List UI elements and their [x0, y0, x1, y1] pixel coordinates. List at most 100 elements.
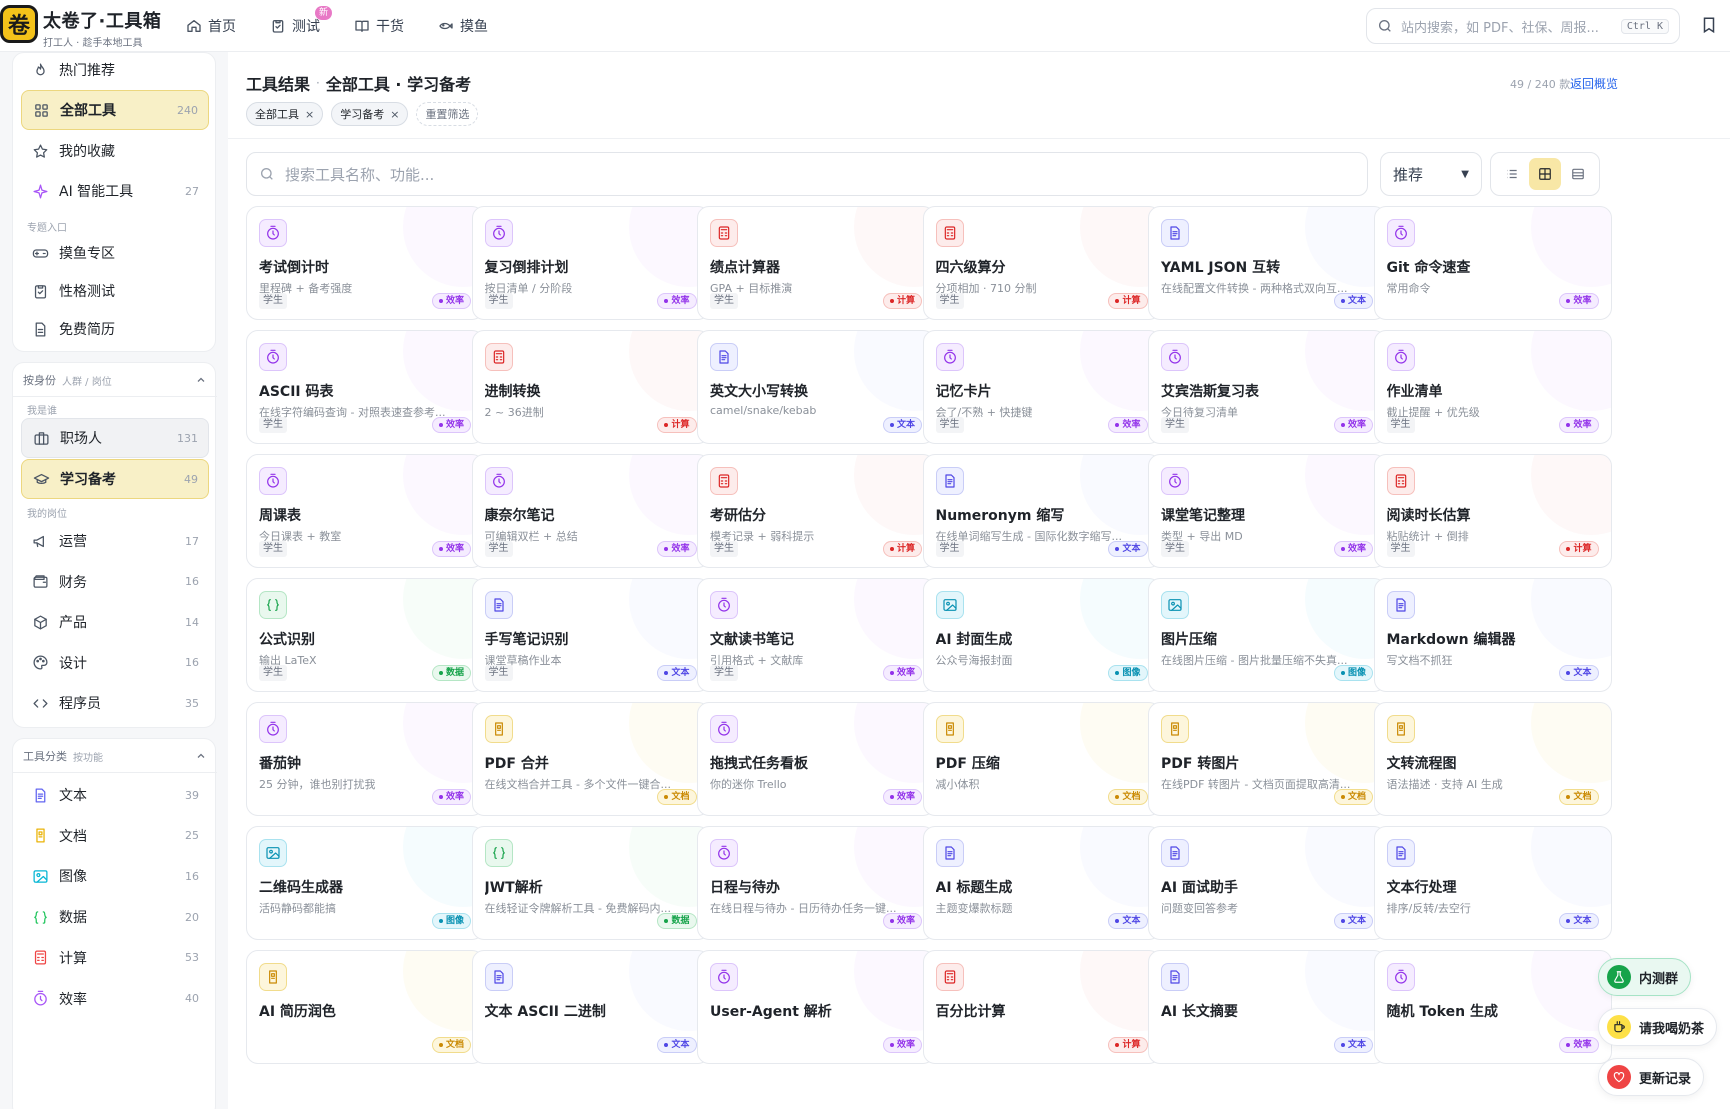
logo[interactable]: 卷 — [0, 5, 38, 43]
tool-card[interactable]: AI 简历润色 文档 — [246, 950, 484, 1064]
grid-view-button[interactable] — [1528, 158, 1561, 190]
nav-item-1[interactable]: 测试新 — [270, 6, 333, 36]
sidebar-item-palette[interactable]: 设计 16 — [21, 643, 209, 683]
sidebar-item-label: 文档 — [59, 828, 87, 845]
tool-card[interactable]: YAML JSON 互转 在线配置文件转换 - 两种格式双向互... 文本 — [1148, 206, 1386, 320]
tool-card[interactable]: AI 封面生成 公众号海报封面 图像 — [922, 578, 1161, 692]
tool-card[interactable]: JWT解析 在线轻证令牌解析工具 - 免费解码内... 数据 — [471, 826, 710, 940]
tool-card[interactable]: PDF 压缩 减小体积 文档 — [922, 702, 1161, 816]
tool-name: AI 封面生成 — [935, 632, 1013, 648]
nav-item-3[interactable]: 摸鱼 — [438, 16, 488, 36]
tool-name: 文本行处理 — [1386, 880, 1457, 896]
sidebar-item-megaphone[interactable]: 运营 17 — [21, 521, 209, 561]
tool-card[interactable]: 公式识别 输出 LaTeX 学生 数据 — [246, 578, 484, 692]
tool-card[interactable]: 周课表 今日课表 + 教室 学生 效率 — [246, 454, 484, 568]
sidebar-item-graduation[interactable]: 学习备考 49 — [21, 459, 209, 499]
sidebar-item-sparkle[interactable]: AI 智能工具 27 — [21, 171, 209, 211]
tool-card[interactable]: 文转流程图 语法描述 · 支持 AI 生成 文档 — [1373, 702, 1612, 816]
cup-button[interactable]: 请我喝奶茶 — [1598, 1008, 1718, 1046]
tool-card[interactable]: 记忆卡片 会了/不熟 + 快捷键 学生 效率 — [922, 330, 1161, 444]
back-to-overview-link[interactable]: 返回概览 — [1570, 75, 1618, 92]
tool-card[interactable]: User-Agent 解析 效率 — [697, 950, 935, 1064]
tool-card[interactable]: 日程与待办 在线日程与待办 - 日历待办任务一键... 效率 — [697, 826, 935, 940]
tool-card[interactable]: 艾宾浩斯复习表 今日待复习清单 学生 效率 — [1148, 330, 1386, 444]
sidebar-item-grid[interactable]: 全部工具 240 — [21, 90, 209, 130]
reset-filters-button[interactable]: 重置筛选 — [416, 102, 479, 126]
tool-card[interactable]: 百分比计算 计算 — [922, 950, 1161, 1064]
sidebar-item-doc[interactable]: 文档 25 — [21, 816, 209, 856]
flask-button[interactable]: 内测群 — [1598, 958, 1692, 996]
tool-card[interactable]: 英文大小写转换 camel/snake/kebab 文本 — [697, 330, 935, 444]
site-search[interactable]: 站内搜索，如 PDF、社保、周报... Ctrl K — [1366, 8, 1680, 44]
brand[interactable]: 太卷了·工具箱 打工人 · 趁手本地工具 — [43, 7, 161, 49]
tool-card[interactable]: 二维码生成器 活码静码都能搞 图像 — [246, 826, 484, 940]
sidebar-item-star[interactable]: 我的收藏 — [21, 131, 209, 171]
tool-card[interactable]: 图片压缩 在线图片压缩 - 图片批量压缩不失真... 图像 — [1148, 578, 1386, 692]
tool-card[interactable]: AI 长文摘要 文本 — [1148, 950, 1386, 1064]
heart-button[interactable]: 更新记录 — [1598, 1058, 1705, 1096]
list-view-button[interactable] — [1496, 158, 1528, 190]
sidebar-item-briefcase[interactable]: 职场人 131 — [21, 418, 209, 458]
filter-chip[interactable]: 学习备考 × — [331, 102, 409, 126]
sidebar-item-document[interactable]: 免费简历 — [21, 309, 209, 349]
nav-label: 干货 — [376, 19, 404, 35]
compact-view-button[interactable] — [1562, 158, 1594, 190]
close-icon[interactable]: × — [305, 108, 314, 121]
tool-card[interactable]: 文本行处理 排序/反转/去空行 文本 — [1373, 826, 1612, 940]
audience-badge: 学生 — [935, 417, 964, 433]
grid-icon — [1539, 168, 1551, 180]
tool-card[interactable]: 课堂笔记整理 类型 + 导出 MD 学生 效率 — [1148, 454, 1386, 568]
sidebar-item-clipboard[interactable]: 性格测试 — [21, 271, 209, 311]
tool-card[interactable]: Git 命令速查 常用命令 效率 — [1373, 206, 1612, 320]
text-file-icon — [493, 598, 504, 612]
tool-card[interactable]: 康奈尔笔记 可编辑双栏 + 总结 学生 效率 — [471, 454, 710, 568]
bookmark-icon[interactable] — [1700, 16, 1718, 34]
sort-select[interactable]: 推荐 ▼ — [1380, 152, 1482, 196]
tool-card[interactable]: AI 标题生成 主题变爆款标题 文本 — [922, 826, 1161, 940]
tool-card[interactable]: Numeronym 缩写 在线单词缩写生成 - 国际化数字缩写... 学生 文本 — [922, 454, 1161, 568]
tool-card[interactable]: ASCII 码表 在线字符编码查询 - 对照表速查参考... 学生 效率 — [246, 330, 484, 444]
nav-item-0[interactable]: 首页 — [186, 16, 236, 36]
sidebar-item-text-file[interactable]: 文本 39 — [21, 775, 209, 815]
tool-card[interactable]: 作业清单 截止提醒 + 优先级 学生 效率 — [1373, 330, 1612, 444]
sidebar-item-calculator[interactable]: 计算 53 — [21, 938, 209, 978]
tool-card[interactable]: 四六级算分 分项相加 · 710 分制 学生 计算 — [922, 206, 1161, 320]
close-icon[interactable]: × — [390, 108, 399, 121]
tool-card[interactable]: 进制转换 2 ~ 36进制 计算 — [471, 330, 710, 444]
tool-card[interactable]: 绩点计算器 GPA + 目标推演 学生 计算 — [697, 206, 935, 320]
filter-chip[interactable]: 全部工具 × — [246, 102, 324, 126]
tool-card[interactable]: PDF 转图片 在线PDF 转图片 - 文档页面提取高清... 文档 — [1148, 702, 1386, 816]
tool-search-input[interactable]: 搜索工具名称、功能... — [246, 152, 1368, 196]
tool-card[interactable]: AI 面试助手 问题变回答参考 文本 — [1148, 826, 1386, 940]
tool-card[interactable]: 考试倒计时 里程碑 + 备考强度 学生 效率 — [246, 206, 484, 320]
tool-name: 番茄钟 — [259, 756, 301, 772]
sidebar-item-gamepad[interactable]: 摸鱼专区 — [21, 233, 209, 273]
tool-card[interactable]: PDF 合并 在线文档合并工具 - 多个文件一键合... 文档 — [471, 702, 710, 816]
tool-card[interactable]: 随机 Token 生成 效率 — [1373, 950, 1612, 1064]
clipboard-icon — [34, 284, 46, 299]
category-header[interactable]: 工具分类 按功能 — [23, 743, 207, 769]
sidebar-item-label: 免费简历 — [59, 322, 115, 338]
tool-name: 考试倒计时 — [259, 260, 329, 276]
tool-card[interactable]: 文本 ASCII 二进制 文本 — [471, 950, 710, 1064]
tool-footer: 文本 — [1161, 293, 1373, 309]
sidebar-item-image[interactable]: 图像 16 — [21, 856, 209, 896]
tool-card[interactable]: 手写笔记识别 课堂草稿作业本 学生 文本 — [471, 578, 710, 692]
nav-item-2[interactable]: 干货 — [354, 16, 404, 36]
tool-card[interactable]: Markdown 编辑器 写文档不抓狂 文本 — [1373, 578, 1612, 692]
identity-header[interactable]: 按身份 人群 / 岗位 — [23, 367, 207, 393]
tool-card[interactable]: 复习倒排计划 按日清单 / 分阶段 学生 效率 — [471, 206, 710, 320]
tool-card[interactable]: 文献读书笔记 引用格式 + 文献库 学生 效率 — [697, 578, 935, 692]
tool-card[interactable]: 拖拽式任务看板 你的迷你 Trello 效率 — [697, 702, 935, 816]
sidebar-item-fire[interactable]: 热门推荐 — [21, 52, 209, 90]
category-badge: 计算 — [1108, 293, 1148, 309]
sidebar-item-code[interactable]: 程序员 35 — [21, 683, 209, 723]
tool-card[interactable]: 阅读时长估算 粘贴统计 + 倒排 学生 计算 — [1373, 454, 1612, 568]
sidebar-item-box[interactable]: 产品 14 — [21, 602, 209, 642]
sidebar-item-timer[interactable]: 效率 40 — [21, 979, 209, 1019]
tool-card[interactable]: 考研估分 模考记录 + 弱科提示 学生 计算 — [697, 454, 935, 568]
category-badge: 图像 — [1108, 665, 1148, 681]
sidebar-item-wallet[interactable]: 财务 16 — [21, 562, 209, 602]
tool-card[interactable]: 番茄钟 25 分钟，谁也别打扰我 效率 — [246, 702, 484, 816]
sidebar-item-braces[interactable]: 数据 20 — [21, 897, 209, 937]
